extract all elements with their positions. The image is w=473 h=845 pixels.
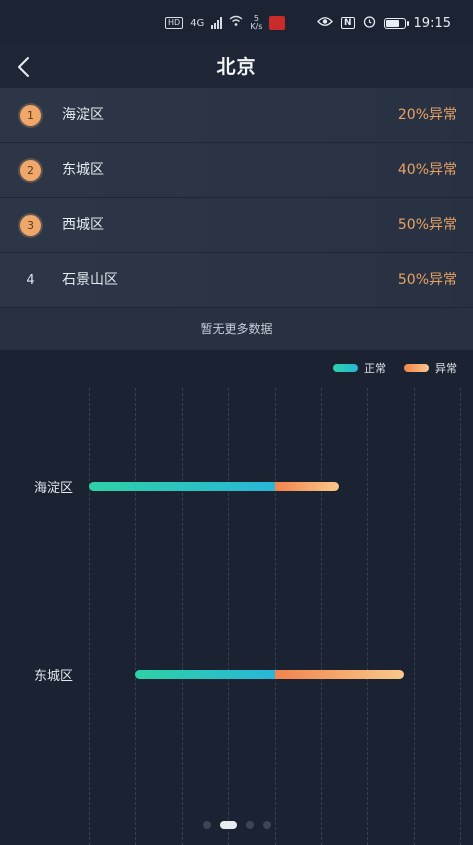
- district-name: 石景山区: [62, 272, 118, 288]
- battery-icon: [383, 17, 409, 29]
- abnormal-rate: 20%异常: [397, 107, 457, 123]
- app-header: 北京: [0, 44, 473, 88]
- battery-level: [385, 19, 400, 27]
- grid-line: [274, 388, 276, 845]
- grid-line: [413, 388, 415, 845]
- rank-badge: 3: [20, 215, 41, 236]
- legend-label-abnormal: 异常: [435, 362, 457, 375]
- legend-label-normal: 正常: [364, 362, 386, 375]
- bar-abnormal[interactable]: [274, 670, 405, 679]
- bar-abnormal[interactable]: [274, 482, 340, 491]
- district-name: 西城区: [62, 217, 104, 233]
- abnormal-rate: 50%异常: [397, 217, 457, 233]
- legend-swatch-normal: [333, 364, 358, 372]
- signal-icon: [211, 17, 223, 29]
- bar-chart: 正常 异常 海淀区东城区: [0, 350, 473, 845]
- page-dot[interactable]: [245, 821, 254, 829]
- status-bar: HD 4G 5 K/s N 19:15: [0, 0, 473, 44]
- legend-swatch-abnormal: [404, 364, 429, 372]
- status-left-group: HD 4G 5 K/s: [165, 14, 286, 32]
- category-label: 海淀区: [34, 481, 74, 496]
- wifi-icon: [229, 15, 243, 31]
- district-name: 海淀区: [62, 107, 104, 123]
- clock-time: 19:15: [413, 15, 451, 31]
- rank-badge: 1: [20, 105, 41, 126]
- grid-line: [135, 388, 137, 845]
- list-item[interactable]: 1 海淀区 20%异常: [0, 88, 473, 142]
- grid-line: [320, 388, 322, 845]
- net-speed: 5 K/s: [250, 14, 263, 31]
- grid-line: [228, 388, 230, 845]
- bar-normal[interactable]: [135, 670, 280, 679]
- ranking-list: 1 海淀区 20%异常 2 东城区 40%异常 3 西城区 50%异常 4 石景…: [0, 88, 473, 350]
- abnormal-rate: 50%异常: [397, 272, 457, 288]
- app-notification-icon: [269, 16, 286, 30]
- grid-line: [460, 388, 461, 845]
- eye-icon: [317, 16, 333, 31]
- rank-number: 4: [26, 273, 35, 288]
- chart-legend: 正常 异常: [323, 360, 457, 376]
- page-indicator: [0, 821, 473, 829]
- list-item[interactable]: 3 西城区 50%异常: [0, 198, 473, 252]
- status-right-group: N 19:15: [317, 14, 451, 32]
- page-dot[interactable]: [262, 821, 271, 829]
- page-dot[interactable]: [202, 821, 211, 829]
- hd-icon: HD: [165, 17, 184, 29]
- district-name: 东城区: [62, 162, 104, 178]
- legend-item-normal[interactable]: 正常: [333, 360, 386, 376]
- grid-line: [181, 388, 183, 845]
- page-dot[interactable]: [219, 821, 237, 829]
- alarm-icon: [363, 15, 376, 32]
- grid-line: [367, 388, 369, 845]
- legend-item-abnormal[interactable]: 异常: [404, 360, 457, 376]
- grid-line: [89, 388, 90, 845]
- no-more-data: 暂无更多数据: [0, 308, 473, 350]
- abnormal-rate: 40%异常: [397, 162, 457, 178]
- list-item[interactable]: 4 石景山区 50%异常: [0, 253, 473, 307]
- list-item[interactable]: 2 东城区 40%异常: [0, 143, 473, 197]
- rank-badge: 2: [20, 160, 41, 181]
- network-type: 4G: [190, 17, 205, 29]
- category-label: 东城区: [34, 669, 74, 684]
- bar-normal[interactable]: [89, 482, 280, 491]
- nfc-icon: N: [340, 17, 355, 29]
- page-title: 北京: [216, 56, 257, 78]
